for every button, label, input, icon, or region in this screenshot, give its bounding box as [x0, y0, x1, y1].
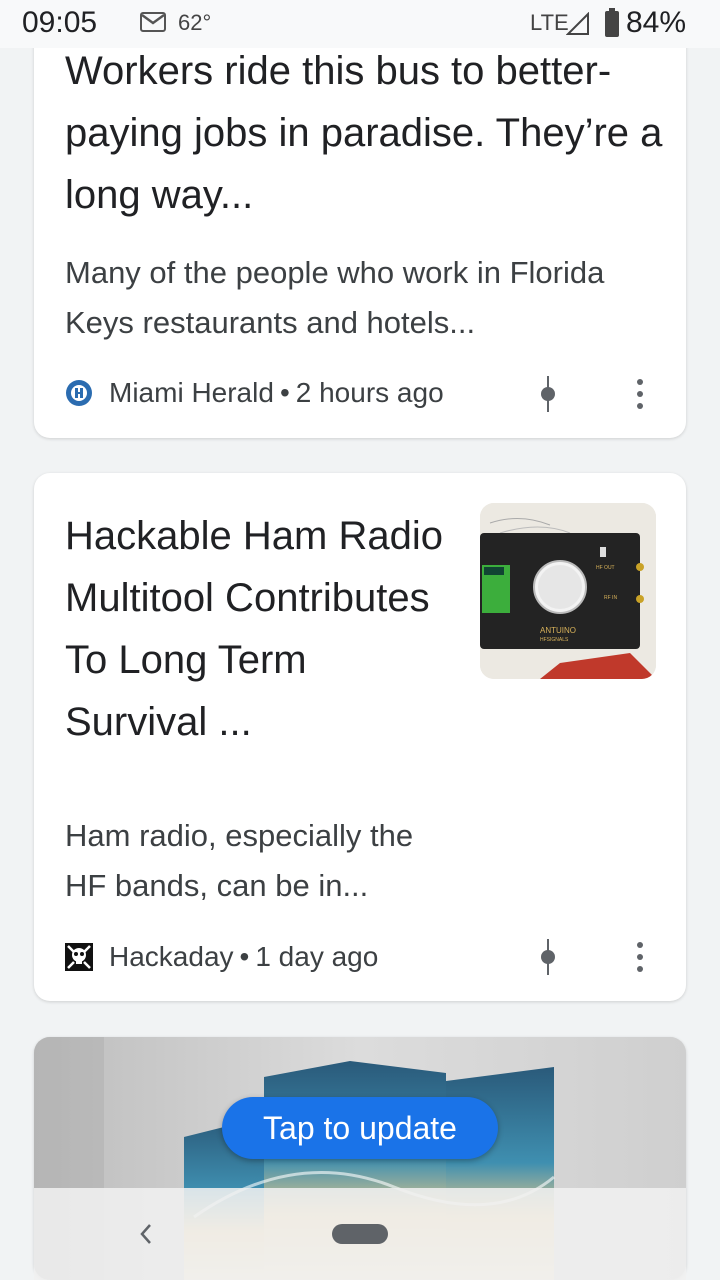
miami-herald-logo-icon [66, 380, 92, 406]
tap-to-update-button[interactable]: Tap to update [222, 1097, 498, 1159]
signal-icon [566, 12, 589, 35]
thumbnail-brand-text: ANTUINO [540, 626, 576, 635]
thumbnail-sub-text: HFSIGNALS [540, 637, 569, 643]
news-card-hackaday[interactable]: Hackable Ham Radio Multitool Contributes… [34, 473, 686, 1001]
article-headline[interactable]: Workers ride this bus to better-paying j… [65, 40, 675, 226]
source-name[interactable]: Miami Herald [109, 377, 274, 409]
article-headline[interactable]: Hackable Ham Radio Multitool Contributes… [65, 505, 445, 753]
status-temperature: 62° [178, 10, 212, 35]
article-snippet: Many of the people who work in Florida K… [65, 255, 605, 340]
meta-separator: • [279, 377, 290, 408]
more-options-icon[interactable] [635, 939, 645, 975]
status-time: 09:05 [22, 6, 98, 39]
follow-pin-icon[interactable] [538, 937, 558, 977]
thumbnail-rf-in-text: RF IN [604, 595, 617, 601]
back-chevron-icon[interactable] [136, 1222, 156, 1246]
navigation-bar [34, 1188, 686, 1280]
gmail-icon [140, 12, 166, 32]
home-pill-button[interactable] [332, 1224, 388, 1244]
ham-radio-device-image: ANTUINO HFSIGNALS HF OUT RF IN [480, 503, 656, 679]
published-time: 1 day ago [255, 941, 379, 972]
article-meta: Hackaday • 1 day ago [65, 937, 378, 977]
hackaday-logo-icon [65, 943, 93, 971]
meta-separator: • [239, 941, 250, 972]
article-thumbnail[interactable]: ANTUINO HFSIGNALS HF OUT RF IN [480, 503, 656, 679]
published-time: 2 hours ago [295, 377, 444, 408]
status-bar: 09:05 62° LTE 84% [0, 0, 720, 48]
more-options-icon[interactable] [635, 376, 645, 412]
follow-pin-icon[interactable] [538, 374, 558, 414]
status-battery-percent: 84% [626, 6, 687, 39]
source-name[interactable]: Hackaday [109, 941, 234, 973]
thumbnail-hf-out-text: HF OUT [596, 565, 615, 571]
news-card-miami-herald[interactable]: Workers ride this bus to better-paying j… [34, 0, 686, 438]
article-snippet: Ham radio, especially the HF bands, can … [65, 818, 414, 903]
article-meta: Miami Herald • 2 hours ago [65, 373, 444, 413]
battery-icon [605, 8, 619, 37]
status-network: LTE [530, 10, 569, 35]
